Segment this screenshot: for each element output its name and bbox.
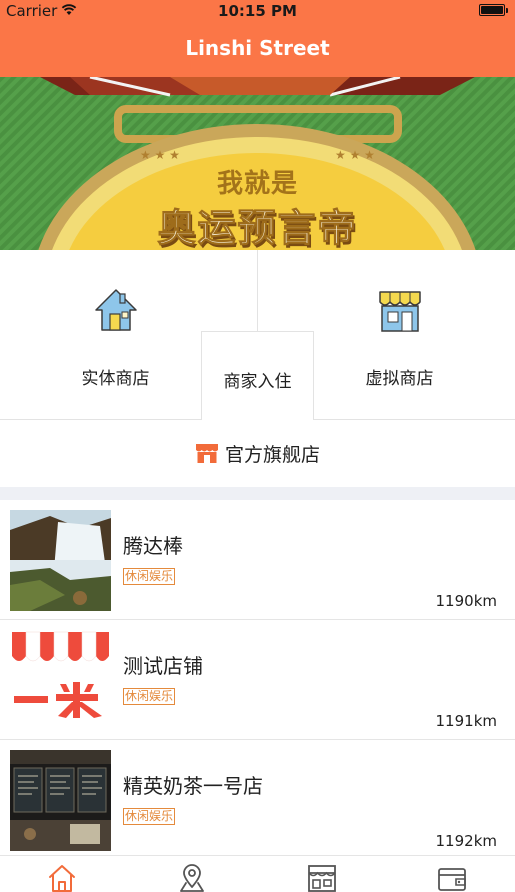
store-list-item[interactable]: 测试店铺 休闲娱乐 1191km [0, 620, 515, 740]
store-list-item[interactable]: 精英奶茶一号店 休闲娱乐 1192km [0, 740, 515, 855]
location-pin-icon [180, 864, 204, 892]
category-virtual-store-label: 虚拟商店 [365, 369, 434, 389]
category-physical-store[interactable]: 实体商店 [58, 288, 173, 389]
storefront-awning-icon [378, 291, 421, 332]
svg-text:★ ★ ★: ★ ★ ★ [335, 148, 375, 162]
banner-line-1: 我就是 [216, 169, 298, 199]
store-icon [195, 444, 218, 463]
shop-icon [308, 865, 336, 892]
battery-icon [479, 4, 508, 16]
tab-home[interactable] [47, 863, 77, 892]
status-time: 10:15 PM [218, 2, 297, 20]
store-list: 腾达棒 休闲娱乐 1190km 测试店铺 休闲娱乐 1191km 精英奶茶一号店… [0, 500, 515, 855]
section-gap [0, 487, 515, 500]
store-distance: 1192km [435, 832, 497, 850]
category-divider [257, 250, 258, 331]
tab-shop[interactable] [307, 863, 337, 892]
store-thumbnail [10, 750, 111, 851]
house-icon [94, 289, 137, 331]
merchant-join-button[interactable]: 商家入住 [201, 331, 314, 420]
store-name: 测试店铺 [123, 654, 203, 678]
flagship-store-row[interactable]: 官方旗舰店 [0, 420, 515, 487]
store-category-tag: 休闲娱乐 [123, 688, 176, 705]
status-bar: Carrier 10:15 PM [0, 0, 515, 22]
promo-banner[interactable]: ★ ★ ★ ★ ★ ★ 我就是 奥运预言帝 [0, 77, 515, 250]
store-thumbnail [10, 630, 111, 731]
awning-logo [10, 630, 111, 731]
home-icon [49, 865, 75, 892]
store-distance: 1191km [435, 712, 497, 730]
category-virtual-store[interactable]: 虚拟商店 [342, 288, 457, 389]
page-title: Linshi Street [185, 36, 330, 60]
flagship-store-label: 官方旗舰店 [224, 444, 320, 466]
svg-text:★ ★ ★: ★ ★ ★ [140, 148, 180, 162]
nav-bar: Linshi Street [0, 22, 515, 77]
store-name: 腾达棒 [123, 534, 183, 558]
tab-bar [0, 855, 515, 892]
banner-line-2: 奥运预言帝 [157, 206, 358, 251]
wallet-icon [438, 868, 466, 891]
store-category-tag: 休闲娱乐 [123, 568, 176, 585]
store-distance: 1190km [435, 592, 497, 610]
category-grid: 实体商店 商家入住 虚拟商店 [0, 250, 515, 420]
store-name: 精英奶茶一号店 [123, 774, 263, 798]
merchant-join-label: 商家入住 [223, 372, 292, 392]
tab-location[interactable] [177, 863, 207, 892]
waterfall-photo [10, 510, 111, 611]
store-category-tag: 休闲娱乐 [123, 808, 176, 825]
tab-wallet[interactable] [437, 863, 467, 892]
category-physical-store-label: 实体商店 [81, 369, 150, 389]
tea-shop-photo [10, 750, 111, 851]
store-thumbnail [10, 510, 111, 611]
store-list-item[interactable]: 腾达棒 休闲娱乐 1190km [0, 500, 515, 620]
